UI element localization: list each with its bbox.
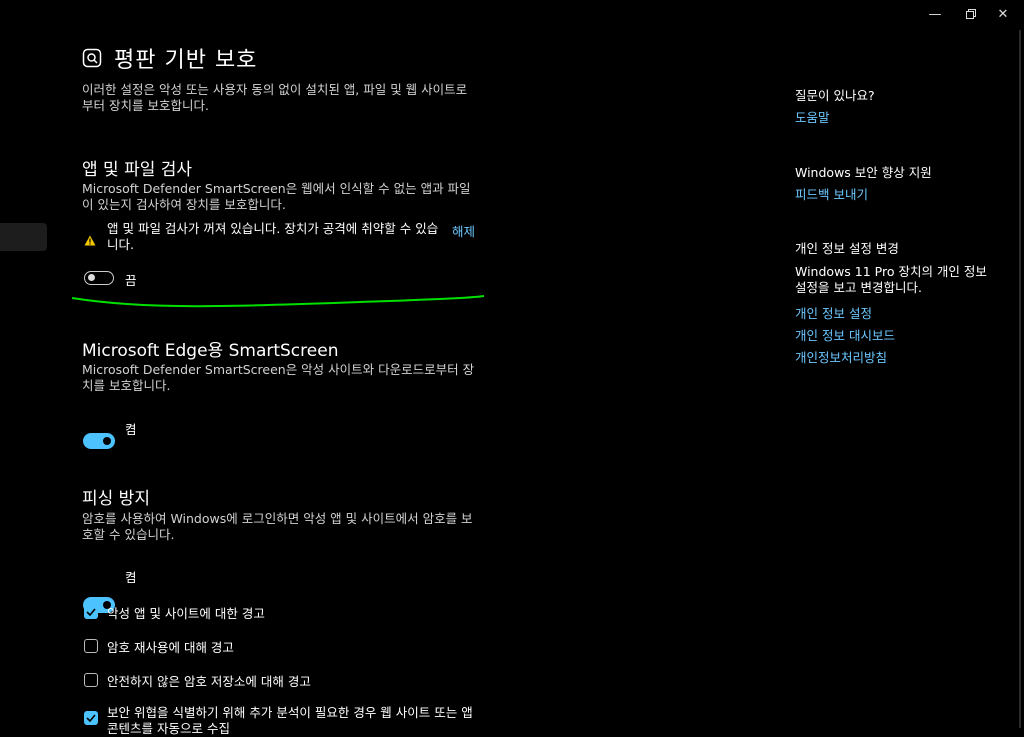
minimize-icon: — — [928, 6, 942, 22]
privacy-description: Windows 11 Pro 장치의 개인 정보 설정을 보고 변경합니다. — [795, 264, 987, 295]
edge-smartscreen-description: Microsoft Defender SmartScreen은 악성 사이트와 … — [82, 362, 475, 393]
phishing-toggle-label: 켬 — [125, 570, 137, 585]
phishing-heading: 피싱 방지 — [82, 489, 150, 509]
app-file-check-heading: 앱 및 파일 검사 — [82, 160, 193, 180]
page-header: 평판 기반 보호 — [82, 42, 257, 74]
privacy-dashboard-link[interactable]: 개인 정보 대시보드 — [795, 325, 895, 344]
improve-heading: Windows 보안 향상 지원 — [795, 165, 932, 180]
privacy-settings-link[interactable]: 개인 정보 설정 — [795, 303, 872, 322]
checkmark-icon — [86, 714, 96, 722]
phishing-option-checkbox[interactable] — [84, 711, 98, 725]
scrollbar[interactable] — [1019, 30, 1021, 728]
reputation-shield-icon — [82, 48, 102, 68]
privacy-heading: 개인 정보 설정 변경 — [795, 241, 899, 256]
phishing-option-checkbox[interactable] — [84, 673, 98, 687]
feedback-link[interactable]: 피드백 보내기 — [795, 184, 868, 203]
dismiss-warning-link[interactable]: 해제 — [452, 221, 475, 240]
edge-smartscreen-toggle-label: 켬 — [125, 422, 137, 437]
restore-icon — [966, 9, 976, 19]
phishing-option-checkbox[interactable] — [84, 605, 98, 619]
app-file-check-warning: 앱 및 파일 검사가 꺼져 있습니다. 장치가 공격에 취약할 수 있습니다. — [107, 221, 439, 252]
nav-selected-item[interactable] — [0, 223, 47, 251]
checkmark-icon — [86, 608, 96, 616]
warning-icon — [84, 231, 96, 250]
page-description: 이러한 설정은 악성 또는 사용자 동의 없이 설치된 앱, 파일 및 웹 사이… — [82, 82, 468, 113]
phishing-option-label: 악성 앱 및 사이트에 대한 경고 — [107, 606, 265, 621]
phishing-description: 암호를 사용하여 Windows에 로그인하면 악성 앱 및 사이트에서 암호를… — [82, 511, 473, 542]
help-link[interactable]: 도움말 — [795, 107, 830, 126]
page-title: 평판 기반 보호 — [114, 48, 258, 73]
phishing-option-checkbox[interactable] — [84, 639, 98, 653]
privacy-statement-link[interactable]: 개인정보처리방침 — [795, 347, 887, 366]
phishing-option-label: 암호 재사용에 대해 경고 — [107, 640, 234, 655]
app-file-check-toggle[interactable] — [84, 271, 114, 285]
close-icon: ✕ — [997, 6, 1009, 22]
edge-smartscreen-heading: Microsoft Edge용 SmartScreen — [82, 341, 339, 361]
app-file-check-description: Microsoft Defender SmartScreen은 웹에서 인식할 … — [82, 181, 471, 212]
question-heading: 질문이 있나요? — [795, 88, 875, 103]
phishing-option-label: 안전하지 않은 암호 저장소에 대해 경고 — [107, 674, 311, 689]
close-button[interactable]: ✕ — [980, 0, 1024, 28]
phishing-option-label: 보안 위협을 식별하기 위해 추가 분석이 필요한 경우 웹 사이트 또는 앱 … — [107, 705, 473, 736]
app-file-check-toggle-label: 끔 — [125, 273, 137, 288]
edge-smartscreen-toggle[interactable] — [83, 433, 115, 449]
green-annotation-stroke — [71, 295, 485, 308]
